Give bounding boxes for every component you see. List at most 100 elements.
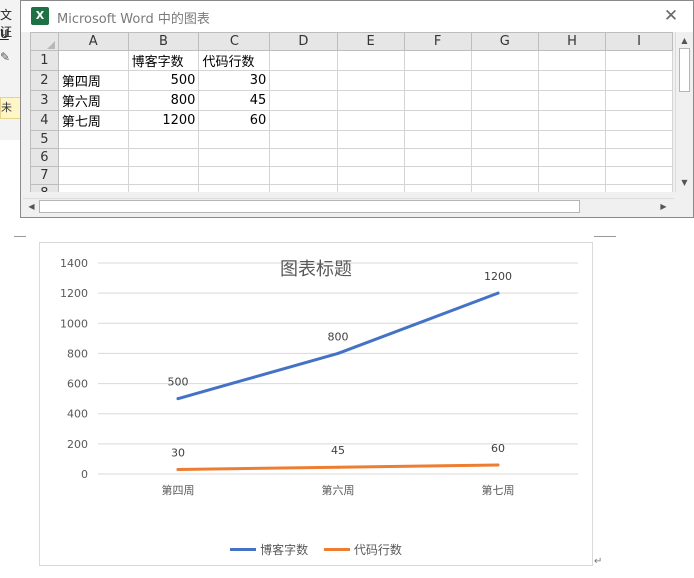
scroll-up-icon[interactable]: ▲ xyxy=(678,34,691,48)
row-header[interactable]: 2 xyxy=(30,70,59,91)
table-cell[interactable] xyxy=(470,70,539,91)
table-cell[interactable] xyxy=(470,148,539,167)
table-cell[interactable] xyxy=(127,166,200,185)
scroll-left-icon[interactable]: ◀ xyxy=(25,200,38,213)
table-cell[interactable] xyxy=(470,166,539,185)
table-cell[interactable] xyxy=(336,166,405,185)
table-cell[interactable] xyxy=(605,70,673,91)
table-cell[interactable] xyxy=(269,184,338,192)
chart-legend[interactable]: 博客字数 代码行数 xyxy=(40,540,592,558)
table-cell[interactable] xyxy=(537,148,607,167)
table-cell[interactable] xyxy=(470,130,539,149)
vertical-scrollbar[interactable]: ▲ ▼ xyxy=(675,32,693,192)
table-cell[interactable] xyxy=(198,130,271,149)
row-header[interactable]: 5 xyxy=(30,130,59,149)
table-cell[interactable] xyxy=(470,184,539,192)
table-cell[interactable] xyxy=(57,50,129,71)
table-cell[interactable] xyxy=(403,166,472,185)
table-cell[interactable]: 800 xyxy=(127,90,200,111)
table-cell[interactable] xyxy=(57,166,129,185)
select-all-corner[interactable] xyxy=(30,32,59,51)
table-cell[interactable] xyxy=(336,148,405,167)
table-cell[interactable]: 第六周 xyxy=(57,90,129,111)
table-cell[interactable] xyxy=(198,166,271,185)
table-cell[interactable]: 博客字数 xyxy=(127,50,200,71)
table-cell[interactable] xyxy=(605,184,673,192)
table-cell[interactable] xyxy=(269,130,338,149)
scroll-right-icon[interactable]: ▶ xyxy=(657,200,670,213)
table-cell[interactable] xyxy=(57,148,129,167)
line-chart[interactable]: 0 200 400 600 800 1000 1200 1400 第四周 第六周 第七周 500 800… xyxy=(39,242,593,566)
table-cell[interactable] xyxy=(470,90,539,111)
table-cell[interactable] xyxy=(470,110,539,131)
column-header[interactable]: H xyxy=(537,32,607,51)
table-cell[interactable] xyxy=(269,50,338,71)
vertical-scroll-thumb[interactable] xyxy=(679,48,690,92)
activation-banner[interactable]: 未激 xyxy=(0,97,22,119)
table-cell[interactable] xyxy=(403,148,472,167)
horizontal-scroll-thumb[interactable] xyxy=(39,200,580,213)
scroll-down-icon[interactable]: ▼ xyxy=(678,176,691,190)
table-cell[interactable] xyxy=(537,70,607,91)
row-header[interactable]: 4 xyxy=(30,110,59,131)
row-header[interactable]: 6 xyxy=(30,148,59,167)
table-cell[interactable] xyxy=(127,148,200,167)
column-header[interactable]: D xyxy=(269,32,338,51)
column-header[interactable]: G xyxy=(470,32,539,51)
table-cell[interactable] xyxy=(403,50,472,71)
column-header[interactable]: A xyxy=(57,32,129,51)
table-cell[interactable] xyxy=(605,130,673,149)
table-cell[interactable] xyxy=(127,184,200,192)
column-header[interactable]: E xyxy=(336,32,405,51)
table-cell[interactable] xyxy=(605,148,673,167)
column-header[interactable]: C xyxy=(198,32,271,51)
spreadsheet-grid[interactable]: ABCDEFGHI 1 博客字数 代码行数 2 第四周 500 30 3 第六周 800 45 4 第七… xyxy=(30,32,673,192)
table-cell[interactable] xyxy=(269,110,338,131)
table-cell[interactable] xyxy=(403,130,472,149)
table-cell[interactable] xyxy=(336,50,405,71)
table-cell[interactable] xyxy=(336,70,405,91)
table-cell[interactable] xyxy=(403,110,472,131)
column-header[interactable]: I xyxy=(605,32,673,51)
table-cell[interactable] xyxy=(269,90,338,111)
table-cell[interactable] xyxy=(537,184,607,192)
table-cell[interactable]: 1200 xyxy=(127,110,200,131)
table-cell[interactable] xyxy=(57,184,129,192)
window-titlebar[interactable]: X Microsoft Word 中的图表 ✕ xyxy=(21,1,693,32)
table-cell[interactable] xyxy=(470,50,539,71)
table-cell[interactable] xyxy=(605,110,673,131)
table-cell[interactable] xyxy=(336,130,405,149)
table-cell[interactable] xyxy=(198,148,271,167)
close-icon[interactable]: ✕ xyxy=(659,5,683,27)
table-cell[interactable] xyxy=(605,90,673,111)
table-cell[interactable] xyxy=(537,50,607,71)
table-cell[interactable] xyxy=(127,130,200,149)
table-cell[interactable]: 第四周 xyxy=(57,70,129,91)
row-header[interactable]: 8 xyxy=(30,184,59,192)
table-cell[interactable] xyxy=(269,70,338,91)
table-cell[interactable] xyxy=(198,184,271,192)
table-cell[interactable] xyxy=(537,90,607,111)
table-cell[interactable] xyxy=(336,110,405,131)
table-cell[interactable] xyxy=(57,130,129,149)
table-cell[interactable]: 代码行数 xyxy=(198,50,271,71)
table-cell[interactable] xyxy=(336,90,405,111)
table-cell[interactable] xyxy=(336,184,405,192)
table-cell[interactable]: 500 xyxy=(127,70,200,91)
table-cell[interactable] xyxy=(403,184,472,192)
table-cell[interactable]: 第七周 xyxy=(57,110,129,131)
row-header[interactable]: 3 xyxy=(30,90,59,111)
table-cell[interactable] xyxy=(537,130,607,149)
column-header[interactable]: F xyxy=(403,32,472,51)
row-header[interactable]: 7 xyxy=(30,166,59,185)
table-cell[interactable] xyxy=(537,110,607,131)
table-cell[interactable] xyxy=(605,50,673,71)
table-cell[interactable] xyxy=(537,166,607,185)
pen-icon[interactable]: ✎ xyxy=(0,50,10,64)
column-header[interactable]: B xyxy=(127,32,200,51)
table-cell[interactable] xyxy=(403,70,472,91)
chart-title[interactable]: 图表标题 xyxy=(40,255,592,281)
table-cell[interactable]: 60 xyxy=(198,110,271,131)
table-cell[interactable] xyxy=(269,166,338,185)
table-cell[interactable] xyxy=(605,166,673,185)
